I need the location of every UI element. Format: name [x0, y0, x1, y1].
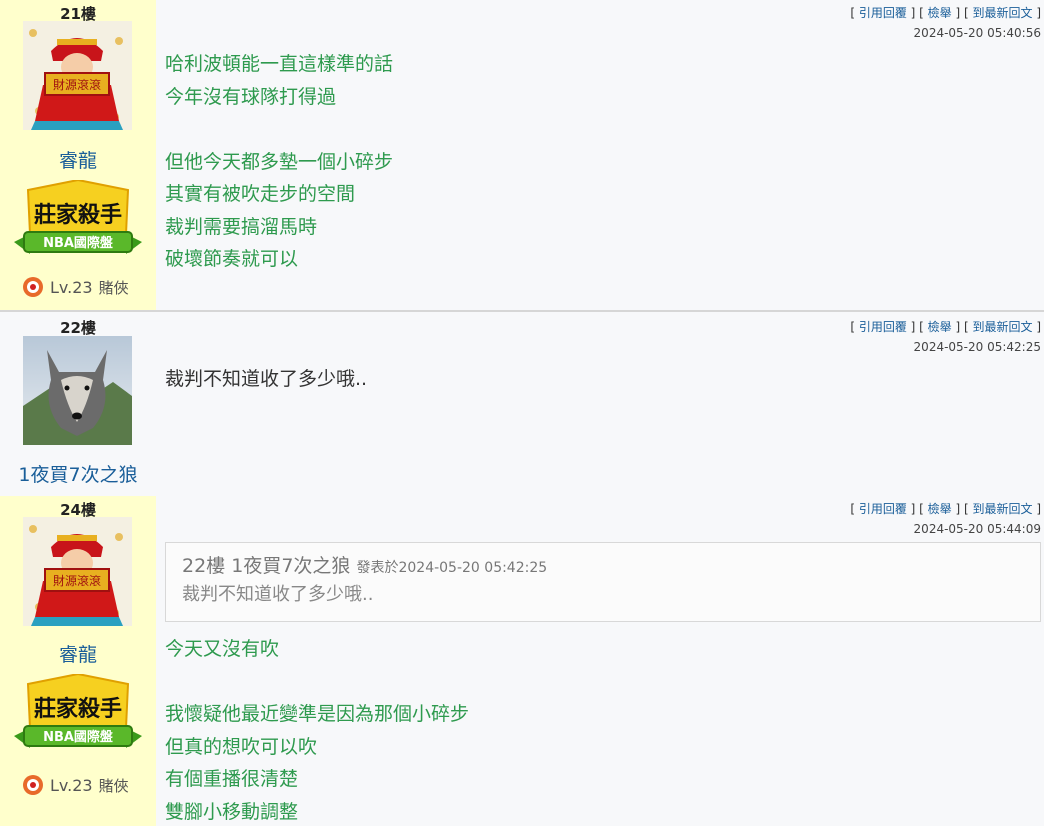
- username[interactable]: 睿龍: [0, 640, 156, 667]
- latest-reply-link[interactable]: 到最新回文: [972, 320, 1032, 334]
- floor-number: 22樓: [60, 319, 96, 337]
- badge-subtitle: NBA國際盤: [43, 235, 114, 251]
- user-level: Lv.23 賭俠: [22, 774, 129, 796]
- badge-title: 莊家殺手: [34, 696, 122, 722]
- content-line: 裁判不知道收了多少哦..: [165, 368, 368, 390]
- post-time: 2024-05-20 05:40:56: [913, 26, 1041, 40]
- svg-text:財源滾滾: 財源滾滾: [53, 77, 101, 92]
- post-content: 裁判不知道收了多少哦..: [165, 363, 367, 396]
- post-21: 21樓 財源滾滾 睿龍 莊家殺手 NBA國際盤 Lv.23 賭俠 [引用回覆 …: [0, 0, 1044, 310]
- post-24: 24樓 財源滾滾 睿龍 莊家殺手 NBA國際盤 Lv.23 賭俠 [引用回覆 …: [0, 496, 1044, 826]
- level-value: Lv.23: [50, 775, 93, 795]
- report-link[interactable]: 檢舉: [928, 320, 952, 334]
- username[interactable]: 睿龍: [0, 146, 156, 173]
- quote-block: 22樓 1夜買7次之狼 發表於2024-05-20 05:42:25 裁判不知道…: [165, 542, 1041, 622]
- badge-title: 莊家殺手: [34, 202, 122, 228]
- report-link[interactable]: 檢舉: [928, 6, 952, 20]
- content-line: 哈利波頓能一直這樣準的話: [165, 53, 394, 75]
- quote-time: 2024-05-20 05:42:25: [398, 560, 548, 576]
- post-time: 2024-05-20 05:44:09: [913, 522, 1041, 536]
- content-line: [165, 113, 393, 146]
- username[interactable]: 1夜買7次之狼: [0, 460, 156, 487]
- post-content: 今天又沒有吹 我懷疑他最近變準是因為那個小碎步 但真的想吹可以吹 有個重播很清楚…: [165, 633, 469, 826]
- chip-icon: [23, 277, 43, 297]
- post-actions: [ 引用回覆 ] [ 檢舉 ] [ 到最新回文 ]: [850, 320, 1041, 334]
- report-link[interactable]: 檢舉: [928, 502, 952, 516]
- quote-posted-label: 發表於: [356, 560, 399, 576]
- level-title: 賭俠: [98, 278, 129, 297]
- content-line: 裁判需要搞溜馬時: [165, 215, 318, 238]
- user-level: Lv.23 賭俠: [22, 276, 129, 298]
- content-line: 今年沒有球隊打得過: [165, 85, 337, 108]
- content-line: 今天又沒有吹: [165, 638, 280, 660]
- avatar[interactable]: 財源滾滾: [23, 517, 132, 626]
- latest-reply-link[interactable]: 到最新回文: [972, 6, 1032, 20]
- content-line: 其實有被吹走步的空間: [165, 183, 356, 205]
- latest-reply-link[interactable]: 到最新回文: [972, 502, 1032, 516]
- content-line: 但他今天都多墊一個小碎步: [165, 150, 394, 173]
- post-time: 2024-05-20 05:42:25: [913, 340, 1041, 354]
- content-line: 我懷疑他最近變準是因為那個小碎步: [165, 703, 470, 725]
- badge-dealer-killer: 莊家殺手 NBA國際盤: [10, 178, 146, 266]
- post-actions: [ 引用回覆 ] [ 檢舉 ] [ 到最新回文 ]: [850, 502, 1041, 516]
- content-line: 雙腳小移動調整: [165, 800, 299, 823]
- quote-header: 22樓 1夜買7次之狼 發表於2024-05-20 05:42:25: [182, 553, 1024, 581]
- post-actions: [ 引用回覆 ] [ 檢舉 ] [ 到最新回文 ]: [850, 6, 1041, 20]
- content-line: 破壞節奏就可以: [165, 248, 299, 270]
- avatar[interactable]: 財源滾滾: [23, 21, 132, 130]
- badge-subtitle: NBA國際盤: [43, 729, 114, 745]
- svg-text:財源滾滾: 財源滾滾: [53, 573, 101, 588]
- quote-user: 1夜買7次之狼: [231, 555, 351, 577]
- content-line: 但真的想吹可以吹: [165, 735, 318, 758]
- post-22: 22樓 1夜買7次之狼 [ 引用回覆 ] [ 檢舉 ] [ 到最新回文 ] 20…: [0, 312, 1044, 496]
- post-content: 哈利波頓能一直這樣準的話 今年沒有球隊打得過 但他今天都多墊一個小碎步 其實有被…: [165, 48, 393, 276]
- quote-text: 裁判不知道收了多少哦..: [182, 584, 374, 605]
- badge-dealer-killer: 莊家殺手 NBA國際盤: [10, 672, 146, 760]
- quote-reply-link[interactable]: 引用回覆: [859, 502, 907, 516]
- quote-reply-link[interactable]: 引用回覆: [859, 320, 907, 334]
- quote-reply-link[interactable]: 引用回覆: [859, 6, 907, 20]
- level-value: Lv.23: [50, 277, 93, 297]
- content-line: 有個重播很清楚: [165, 768, 299, 790]
- chip-icon: [23, 775, 43, 795]
- level-title: 賭俠: [98, 776, 129, 795]
- content-line: [165, 666, 469, 699]
- avatar[interactable]: [23, 336, 132, 445]
- quote-floor: 22樓: [182, 555, 226, 577]
